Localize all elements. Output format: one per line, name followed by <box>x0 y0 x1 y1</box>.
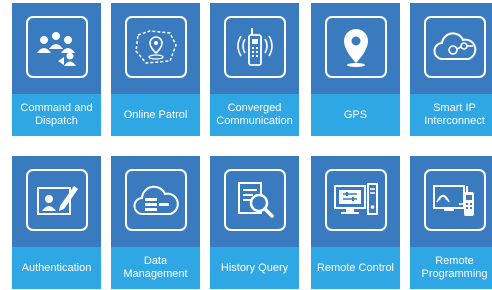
document-search-icon <box>223 169 286 231</box>
tile-online-patrol[interactable]: Online Patrol <box>111 3 200 136</box>
tile-label: Command and Dispatch <box>12 94 101 136</box>
computer-control-icon <box>324 169 387 231</box>
tile-authentication[interactable]: Authentication <box>12 156 101 289</box>
tile-icon-area <box>311 3 400 91</box>
tile-label: GPS <box>311 94 400 136</box>
radio-programming-icon <box>423 169 486 231</box>
tile-icon-area <box>210 3 299 91</box>
tile-icon-area <box>12 3 101 91</box>
tile-command-and-dispatch[interactable]: Command and Dispatch <box>12 3 101 136</box>
tile-data-management[interactable]: Data Management <box>111 156 200 289</box>
tile-converged-communication[interactable]: Converged Communication <box>210 3 299 136</box>
tile-label: Remote Programming <box>410 247 492 289</box>
tile-icon-area <box>210 156 299 244</box>
radio-walkie-talkie-icon <box>223 16 286 78</box>
tile-gps[interactable]: GPS <box>311 3 400 136</box>
cloud-database-icon <box>124 169 187 231</box>
tile-label: Online Patrol <box>111 94 200 136</box>
map-pin-route-icon <box>124 16 187 78</box>
tile-icon-area <box>111 156 200 244</box>
tile-label: Authentication <box>12 247 101 289</box>
tile-history-query[interactable]: History Query <box>210 156 299 289</box>
tile-smart-ip-interconnect[interactable]: Smart IP Interconnect <box>410 3 492 136</box>
tile-label: Remote Control <box>311 247 400 289</box>
id-card-pen-icon <box>25 169 88 231</box>
tile-label: Smart IP Interconnect <box>410 94 492 136</box>
people-dispatch-icon <box>25 16 88 78</box>
tile-icon-area <box>111 3 200 91</box>
tile-remote-programming[interactable]: Remote Programming <box>410 156 492 289</box>
location-pin-icon <box>324 16 387 78</box>
tile-icon-area <box>311 156 400 244</box>
tile-label: Converged Communication <box>210 94 299 136</box>
tile-icon-area <box>410 156 492 244</box>
tile-icon-area <box>410 3 492 91</box>
tile-label: History Query <box>210 247 299 289</box>
cloud-network-icon <box>423 16 486 78</box>
tile-remote-control[interactable]: Remote Control <box>311 156 400 289</box>
tile-label: Data Management <box>111 247 200 289</box>
tile-icon-area <box>12 156 101 244</box>
